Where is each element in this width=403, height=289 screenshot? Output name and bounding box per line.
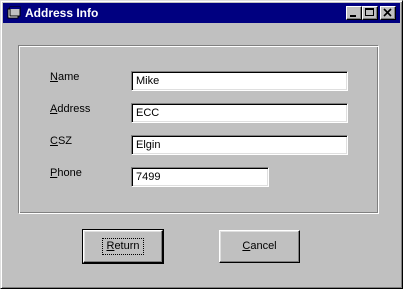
phone-label-rest: hone xyxy=(57,167,82,179)
name-field[interactable] xyxy=(131,71,348,91)
window-title: Address Info xyxy=(25,6,99,20)
form-icon[interactable] xyxy=(7,6,21,20)
csz-label-accel: C xyxy=(50,135,58,147)
csz-field[interactable] xyxy=(131,135,348,155)
csz-label-rest: SZ xyxy=(57,135,73,147)
address-label-rest: ddress xyxy=(57,103,91,115)
title-bar[interactable]: Address Info xyxy=(3,3,400,23)
address-label: Address xyxy=(50,103,90,116)
cancel-rest: ancel xyxy=(250,240,277,252)
maximize-icon xyxy=(365,8,374,16)
minimize-button[interactable] xyxy=(346,6,362,20)
minimize-icon xyxy=(350,15,356,17)
address-info-window: Address Info Name Address CSZ Phone R xyxy=(0,0,403,289)
name-label-accel: N xyxy=(50,71,58,83)
phone-field[interactable] xyxy=(131,167,269,187)
cancel-button[interactable]: Cancel xyxy=(219,230,300,263)
return-button-label: Return xyxy=(102,238,144,255)
close-button[interactable] xyxy=(380,6,396,20)
close-icon xyxy=(383,8,392,17)
csz-label: CSZ xyxy=(50,135,72,148)
phone-label: Phone xyxy=(50,167,82,180)
name-label-rest: ame xyxy=(57,71,80,83)
return-rest: eturn xyxy=(114,240,140,252)
name-label: Name xyxy=(50,71,79,84)
address-field[interactable] xyxy=(131,103,348,123)
return-button[interactable]: Return xyxy=(82,229,164,264)
maximize-button[interactable] xyxy=(362,6,378,20)
cancel-button-label: Cancel xyxy=(242,231,276,262)
